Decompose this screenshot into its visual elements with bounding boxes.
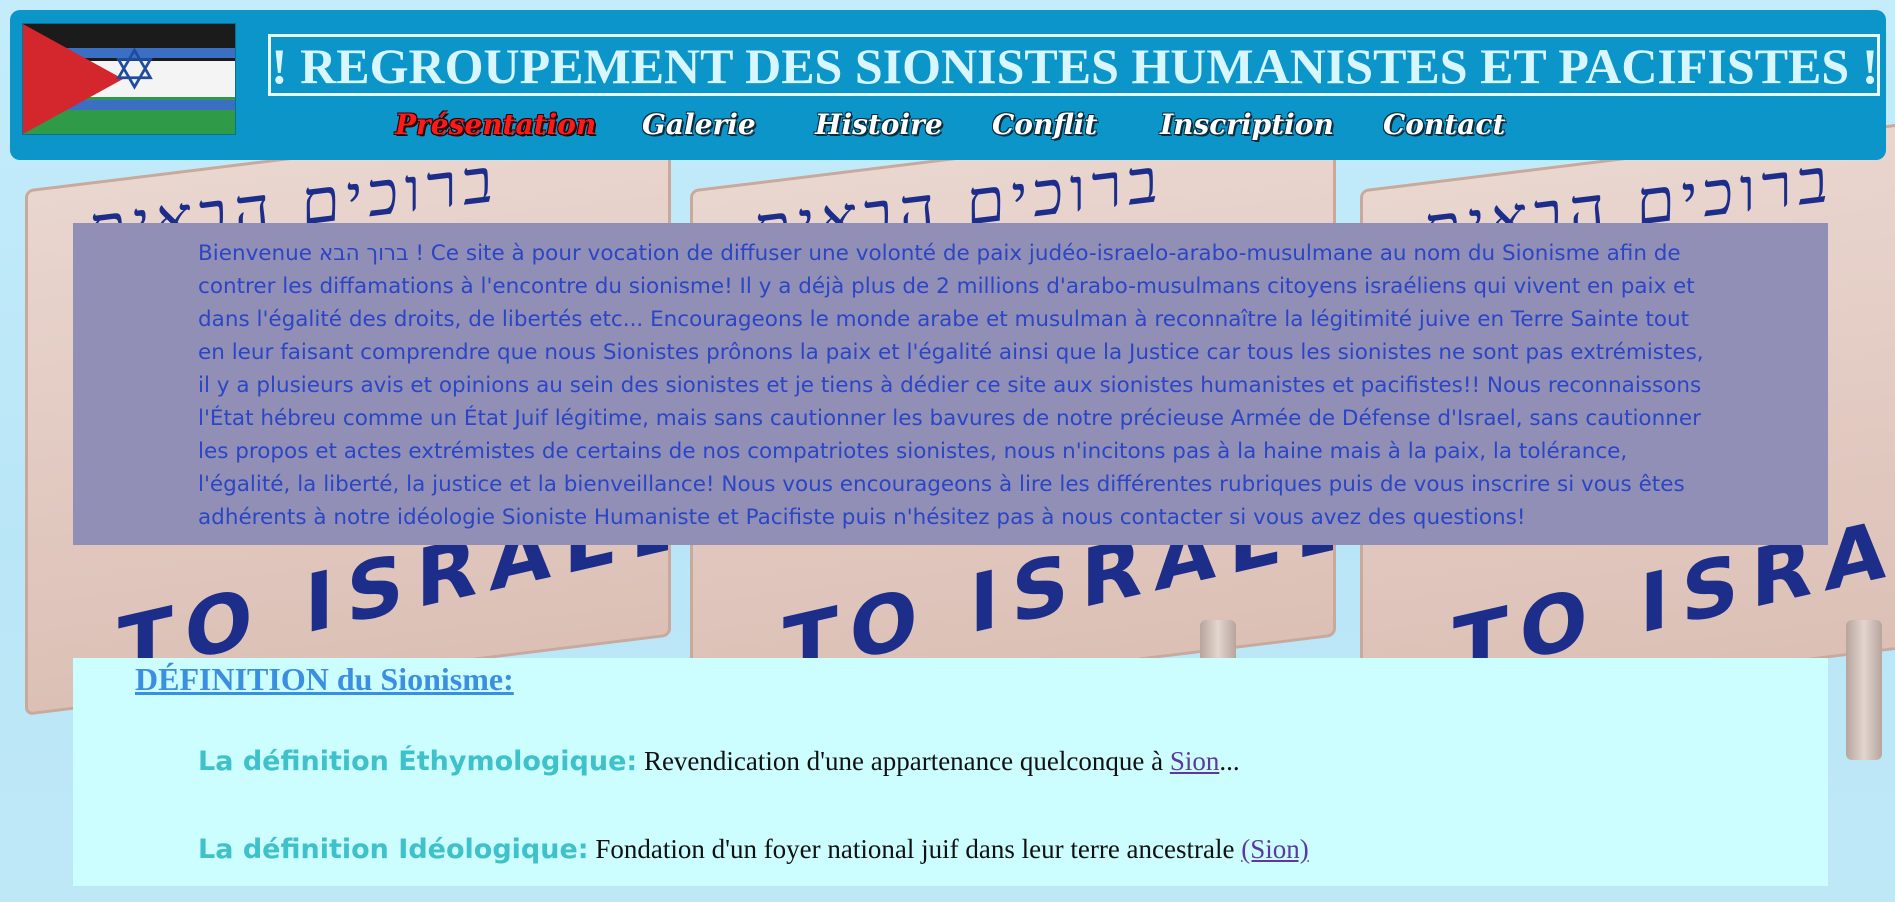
definition-heading: DÉFINITION du Sionisme: xyxy=(135,661,514,697)
sign-post xyxy=(1846,620,1882,760)
nav-item-presentation[interactable]: Présentation xyxy=(395,108,596,141)
site-header: ✡ ! REGROUPEMENT DES SIONISTES HUMANISTE… xyxy=(10,10,1886,160)
intro-text: Bienvenue ברוך הבא ! Ce site à pour voca… xyxy=(198,241,1704,530)
nav-item-conflit[interactable]: Conflit xyxy=(992,108,1097,141)
definition-label: La définition Idéologique: xyxy=(198,834,589,865)
definition-text: Fondation d'un foyer national juif dans … xyxy=(588,834,1242,864)
nav-item-inscription[interactable]: Inscription xyxy=(1160,108,1334,141)
definition-row-etymology: La définition Éthymologique: Revendicati… xyxy=(198,746,1240,777)
definition-text: Revendication d'une appartenance quelcon… xyxy=(637,746,1170,776)
nav-item-galerie[interactable]: Galerie xyxy=(642,108,756,141)
definition-row-ideology: La définition Idéologique: Fondation d'u… xyxy=(198,834,1309,865)
definition-suffix: ... xyxy=(1219,746,1240,776)
sion-link[interactable]: Sion xyxy=(1170,746,1220,776)
definition-label: La définition Éthymologique: xyxy=(198,746,638,777)
nav-item-contact[interactable]: Contact xyxy=(1383,108,1505,141)
star-of-david-icon: ✡ xyxy=(111,38,158,101)
main-nav: Présentation Galerie Histoire Conflit In… xyxy=(10,108,1886,152)
site-title: ! REGROUPEMENT DES SIONISTES HUMANISTES … xyxy=(268,34,1880,96)
definition-panel: DÉFINITION du Sionisme: La définition Ét… xyxy=(73,658,1828,886)
nav-item-histoire[interactable]: Histoire xyxy=(815,108,943,141)
sion-link[interactable]: (Sion) xyxy=(1241,834,1309,864)
intro-panel: Bienvenue ברוך הבא ! Ce site à pour voca… xyxy=(73,223,1828,545)
